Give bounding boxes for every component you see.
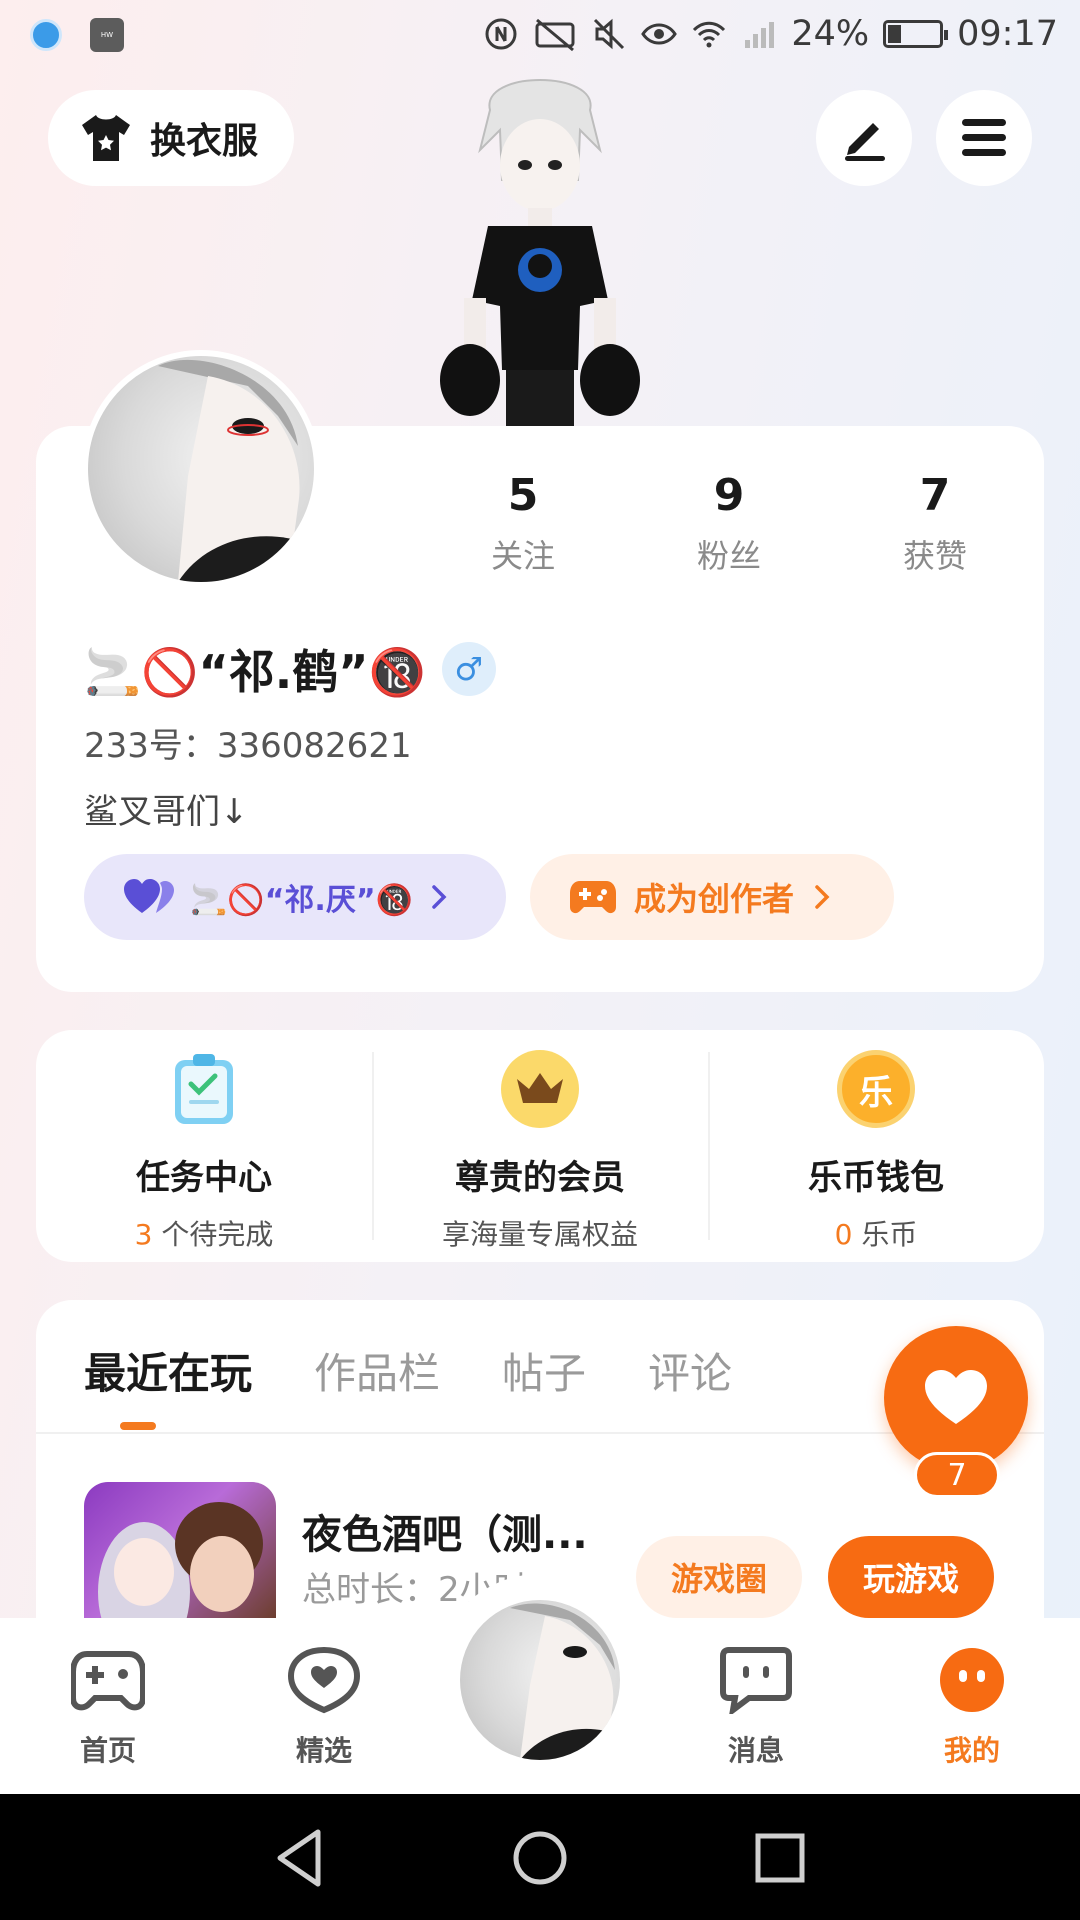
- task-center[interactable]: 任务中心 3 个待完成: [36, 1030, 372, 1262]
- avatar-character-figure[interactable]: [430, 70, 650, 426]
- feature-title: 乐币钱包: [808, 1158, 944, 1198]
- nfc-icon: [485, 18, 517, 50]
- system-navigation-bar: [0, 1794, 1080, 1920]
- nav-avatar-center[interactable]: [456, 1596, 624, 1764]
- user-id[interactable]: 233号：336082621: [84, 718, 412, 767]
- feature-subtitle: 0 乐币: [834, 1218, 918, 1251]
- gamepad-icon: [570, 881, 616, 914]
- nav-home[interactable]: 首页: [38, 1646, 178, 1769]
- followers-stat[interactable]: 9 粉丝: [626, 470, 832, 577]
- stat-number: 7: [919, 470, 951, 521]
- nav-me[interactable]: 我的: [902, 1646, 1042, 1769]
- stat-label: 粉丝: [696, 537, 761, 575]
- crown-icon: [501, 1050, 579, 1128]
- game-title: 夜色酒吧（测...: [302, 1512, 588, 1558]
- nav-label: 首页: [79, 1734, 136, 1767]
- become-creator-label: 成为创作者: [634, 880, 795, 918]
- tshirt-icon: [82, 115, 130, 161]
- mute-icon: [594, 18, 625, 50]
- menu-button[interactable]: [936, 90, 1032, 186]
- features-card: 任务中心 3 个待完成 尊贵的会员 享海量专属权益 乐 乐币钱包 0 乐币: [36, 1030, 1044, 1262]
- message-icon: [720, 1647, 792, 1717]
- status-bar: HW 24% 09:17: [0, 0, 1080, 72]
- eye-comfort-icon: [641, 23, 678, 45]
- chevron-right-icon: [432, 885, 447, 909]
- menu-icon: [962, 119, 1006, 156]
- tab-comments[interactable]: 评论: [648, 1340, 732, 1401]
- stat-number: 9: [713, 470, 745, 521]
- male-gender-icon: ♂: [441, 642, 496, 696]
- tab-posts[interactable]: 帖子: [502, 1340, 586, 1401]
- feature-subtitle: 3 个待完成: [134, 1218, 274, 1251]
- heart-icon: [925, 1370, 987, 1424]
- game-circle-button[interactable]: 游戏圈: [636, 1536, 802, 1618]
- avatar-portrait-image: [158, 359, 314, 582]
- nav-featured[interactable]: 精选: [254, 1646, 394, 1769]
- like-floating-button[interactable]: [884, 1326, 1028, 1470]
- like-count-badge: 7: [914, 1452, 1000, 1498]
- nav-messages[interactable]: 消息: [686, 1646, 826, 1769]
- vip-membership[interactable]: 尊贵的会员 享海量专属权益: [372, 1030, 708, 1262]
- avatar-mini-image: [510, 1603, 620, 1760]
- change-outfit-button[interactable]: 换衣服: [48, 90, 294, 186]
- clock: 09:17: [957, 14, 1058, 54]
- fan-group-label: 🚬🚫“祁.厌”🔞: [190, 883, 413, 918]
- tab-recently-played[interactable]: 最近在玩: [84, 1340, 252, 1401]
- stat-label: 关注: [490, 537, 555, 575]
- change-outfit-label: 换衣服: [150, 121, 259, 162]
- no-sim-icon: [535, 18, 575, 52]
- tab-works[interactable]: 作品栏: [314, 1340, 440, 1401]
- browser-notification-icon: [30, 19, 62, 51]
- nav-label: 消息: [727, 1734, 784, 1767]
- stat-number: 5: [507, 470, 539, 521]
- fan-group-button[interactable]: 🚬🚫“祁.厌”🔞: [84, 854, 506, 940]
- edit-profile-button[interactable]: [816, 90, 912, 186]
- profile-stats: 5 关注 9 粉丝 7 获赞: [420, 470, 1040, 577]
- become-creator-button[interactable]: 成为创作者: [530, 854, 894, 940]
- feature-title: 任务中心: [136, 1158, 272, 1198]
- gamepad-icon: [70, 1651, 146, 1711]
- bio: 鲨叉哥们↓: [84, 792, 249, 832]
- nav-label: 精选: [295, 1734, 352, 1767]
- clipboard-icon: [165, 1050, 243, 1128]
- pen-icon: [845, 123, 885, 161]
- home-icon[interactable]: [508, 1826, 572, 1890]
- feature-title: 尊贵的会员: [455, 1158, 625, 1198]
- appgallery-notification-icon: HW: [90, 18, 124, 52]
- likes-stat[interactable]: 7 获赞: [832, 470, 1038, 577]
- nav-label: 我的: [943, 1734, 1000, 1767]
- active-tab-indicator: [120, 1422, 156, 1430]
- tab-bar: 最近在玩 作品栏 帖子 评论: [84, 1340, 732, 1401]
- signal-icon: [745, 22, 775, 48]
- me-icon: [940, 1648, 1004, 1712]
- feature-subtitle: 享海量专属权益: [441, 1218, 638, 1251]
- nickname-row: 🚬🚫“祁.鹤”🔞 ♂: [84, 636, 496, 702]
- battery-percent: 24%: [791, 14, 870, 54]
- following-stat[interactable]: 5 关注: [420, 470, 626, 577]
- stat-label: 获赞: [902, 537, 967, 575]
- play-game-button[interactable]: 玩游戏: [828, 1536, 994, 1618]
- back-icon[interactable]: [268, 1826, 332, 1890]
- battery-icon: [883, 20, 949, 48]
- heart-chat-icon: [287, 1646, 361, 1714]
- wifi-icon: [693, 21, 726, 48]
- chevron-right-icon: [815, 885, 830, 909]
- avatar[interactable]: [82, 350, 320, 588]
- recent-apps-icon[interactable]: [748, 1826, 812, 1890]
- game-thumbnail[interactable]: [84, 1482, 276, 1622]
- nickname: 🚬🚫“祁.鹤”🔞: [84, 645, 426, 699]
- double-heart-icon: [124, 879, 174, 913]
- coin-icon: 乐: [837, 1050, 915, 1128]
- coin-wallet[interactable]: 乐 乐币钱包 0 乐币: [708, 1030, 1044, 1262]
